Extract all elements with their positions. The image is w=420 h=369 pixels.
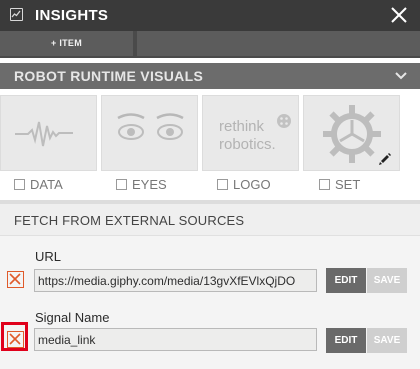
tile-logo[interactable]: rethink robotics. [202,95,299,171]
window-title: INSIGHTS [35,7,109,24]
eyes-icon [117,113,184,140]
tile-eyes[interactable] [101,95,198,171]
panel-title: ROBOT RUNTIME VISUALS [14,68,204,84]
tile-label-set: SET [319,177,360,195]
chart-window-icon [10,8,23,21]
highlight-box [1,322,28,351]
signal-name-edit-button[interactable]: EDIT [326,328,366,353]
rethink-robotics-logo: rethink robotics. [219,114,291,153]
checkbox-data[interactable] [14,179,25,190]
visuals-grid: rethink robotics. DATA EYES LOGO SET [0,89,420,201]
tile-data[interactable] [0,95,97,171]
checkbox-logo[interactable] [217,179,228,190]
url-label: URL [35,249,62,264]
url-edit-button[interactable]: EDIT [326,268,366,293]
tile-label-data: DATA [14,177,63,195]
signal-name-save-button[interactable]: SAVE [367,328,407,353]
title-bar: INSIGHTS [0,0,420,31]
tile-label-logo: LOGO [217,177,271,195]
pencil-edit-icon[interactable] [378,152,392,166]
waveform-icon [15,121,73,147]
add-item-button[interactable]: + ITEM [0,31,133,56]
checkbox-set[interactable] [319,179,330,190]
checkbox-eyes[interactable] [116,179,127,190]
toolbar-empty-slot [137,31,420,56]
logo-text-rethink: rethink [219,118,265,135]
logo-text-robotics: robotics. [219,136,276,153]
remove-url-icon[interactable] [7,271,24,288]
section-header: FETCH FROM EXTERNAL SOURCES [0,204,420,236]
section-title: FETCH FROM EXTERNAL SOURCES [14,213,245,228]
chevron-down-icon[interactable] [394,69,408,83]
tile-label-eyes: EYES [116,177,167,195]
panel-header[interactable]: ROBOT RUNTIME VISUALS [0,63,420,89]
url-save-button[interactable]: SAVE [367,268,407,293]
signal-name-label: Signal Name [35,310,110,325]
signal-name-input[interactable]: media_link [34,328,317,351]
toolbar: + ITEM [0,31,420,58]
close-icon[interactable] [388,4,410,26]
url-input[interactable]: https://media.giphy.com/media/13gvXfEVlx… [34,269,317,292]
